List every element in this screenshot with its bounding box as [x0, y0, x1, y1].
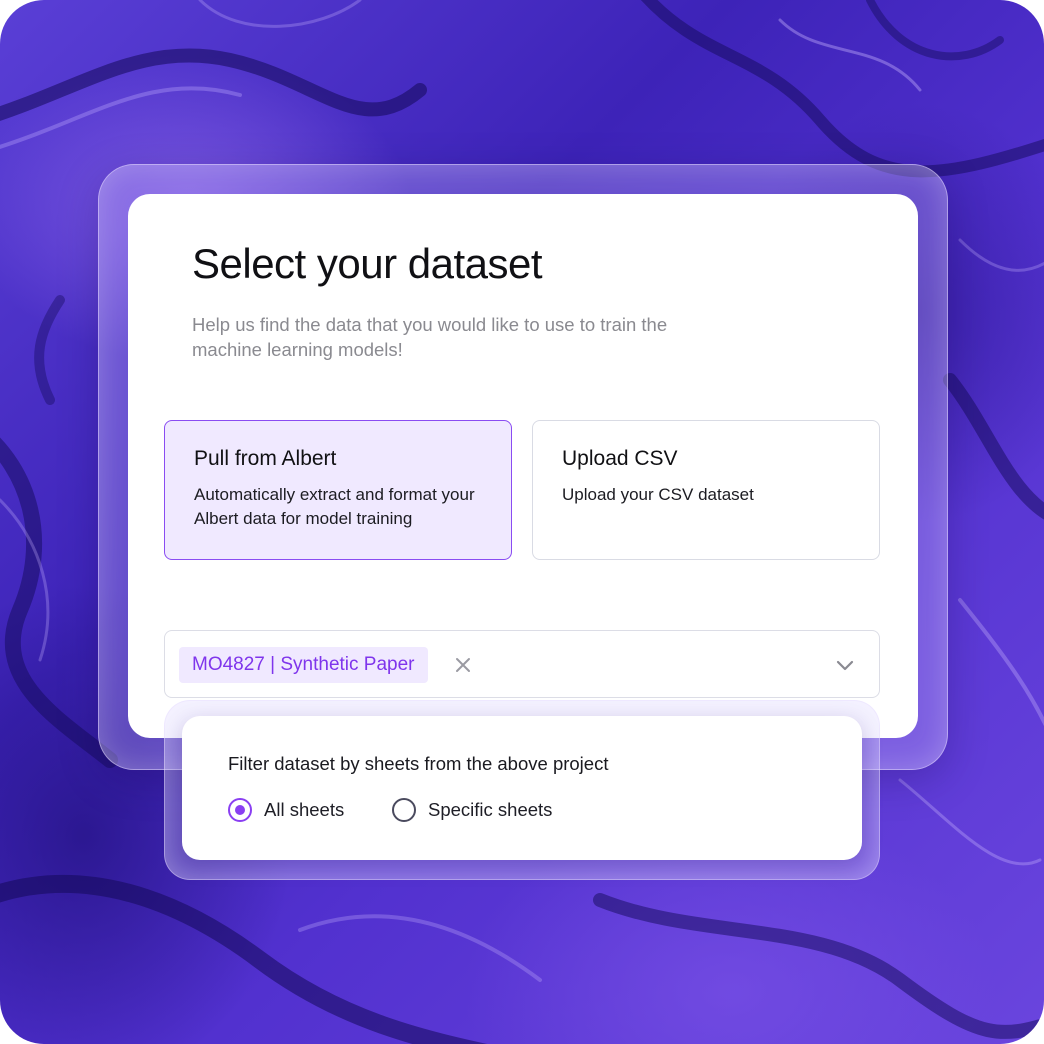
option-description: Upload your CSV dataset	[562, 485, 754, 504]
close-icon[interactable]	[451, 653, 475, 677]
selected-project-chip: MO4827 | Synthetic Paper	[179, 647, 428, 683]
radio-all-sheets[interactable]: All sheets	[228, 796, 344, 824]
option-description: Automatically extract and format your Al…	[194, 485, 475, 528]
dialog-title: Select your dataset	[192, 240, 543, 287]
option-pull-from-albert[interactable]: Pull from Albert Automatically extract a…	[164, 420, 512, 560]
project-select[interactable]: MO4827 | Synthetic Paper	[164, 630, 880, 698]
option-upload-csv[interactable]: Upload CSV Upload your CSV dataset	[532, 420, 880, 560]
radio-label: Specific sheets	[428, 799, 553, 820]
sheet-filter-panel: Filter dataset by sheets from the above …	[182, 716, 862, 860]
option-title: Upload CSV	[562, 447, 678, 470]
radio-unchecked-icon[interactable]	[392, 798, 416, 822]
chevron-down-icon[interactable]	[833, 653, 857, 677]
option-title: Pull from Albert	[194, 447, 337, 470]
radio-label: All sheets	[264, 799, 345, 820]
radio-specific-sheets[interactable]: Specific sheets	[392, 796, 552, 824]
dialog-subtitle: Help us find the data that you would lik…	[192, 314, 668, 360]
filter-label: Filter dataset by sheets from the above …	[228, 753, 609, 774]
dataset-dialog: Select your dataset Help us find the dat…	[128, 194, 918, 738]
radio-checked-icon[interactable]	[228, 798, 252, 822]
